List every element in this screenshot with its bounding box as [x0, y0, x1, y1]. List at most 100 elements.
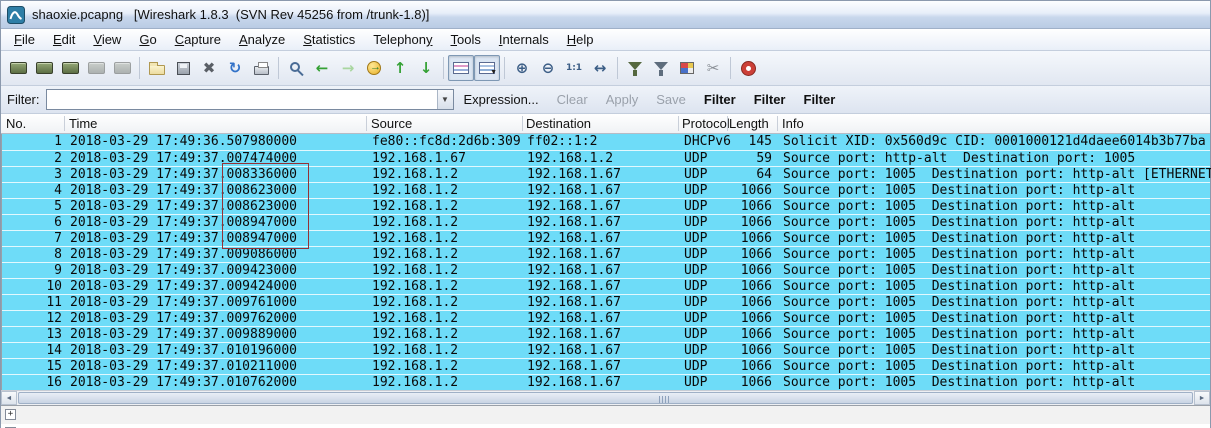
resize-columns-button[interactable]: ↔ [587, 55, 613, 81]
column-divider[interactable] [777, 116, 778, 131]
cell-no: 3 [54, 167, 62, 182]
cell-source: 192.168.1.2 [372, 231, 459, 246]
column-divider[interactable] [678, 116, 679, 131]
cell-source: 192.168.1.2 [372, 279, 459, 294]
zoom-out-button[interactable]: ⊖ [535, 55, 561, 81]
window-title: shaoxie.pcapng [Wireshark 1.8.3 (SVN Rev… [32, 7, 430, 22]
scroll-right-arrow[interactable]: ► [1194, 391, 1210, 405]
go-back-button[interactable]: ← [309, 55, 335, 81]
preferences-button[interactable]: ✂ [700, 55, 726, 81]
packet-row[interactable]: 14 2018-03-29 17:49:37.010196000 192.168… [2, 342, 1210, 358]
packet-row[interactable]: 3 2018-03-29 17:49:37.008336000 192.168.… [2, 166, 1211, 182]
autoscroll-toggle-button[interactable] [474, 55, 500, 81]
reload-button[interactable]: ↻ [222, 55, 248, 81]
open-file-button[interactable] [144, 55, 170, 81]
filter-dropdown-arrow-icon[interactable]: ▼ [436, 90, 453, 109]
go-top-button[interactable]: ↑ [387, 55, 413, 81]
cell-info: Source port: 1005 Destination port: http… [783, 231, 1136, 246]
packet-row[interactable]: 6 2018-03-29 17:49:37.008947000 192.168.… [2, 214, 1210, 230]
column-header-no[interactable]: No. [6, 116, 26, 131]
column-header-length[interactable]: Length [729, 116, 769, 131]
packet-row[interactable]: 1 2018-03-29 17:49:36.507980000 fe80::fc… [2, 134, 1210, 150]
menu-statistics[interactable]: Statistics [294, 30, 364, 49]
save-file-button[interactable] [170, 55, 196, 81]
packet-row[interactable]: 7 2018-03-29 17:49:37.008947000 192.168.… [2, 230, 1210, 246]
filter-button-apply-2[interactable]: Apply [606, 92, 639, 107]
menu-telephony[interactable]: Telephony [364, 30, 441, 49]
cell-time: 2018-03-29 17:49:37.008947000 [70, 231, 297, 246]
packet-row[interactable]: 11 2018-03-29 17:49:37.009761000 192.168… [2, 294, 1210, 310]
toolbar-separator [278, 57, 279, 79]
scrollbar-thumb[interactable] [18, 392, 1193, 404]
filter-button-filter-4[interactable]: Filter [704, 92, 736, 107]
packet-row[interactable]: 13 2018-03-29 17:49:37.009889000 192.168… [2, 326, 1210, 342]
cell-time: 2018-03-29 17:49:37.009889000 [70, 327, 297, 342]
menu-internals[interactable]: Internals [490, 30, 558, 49]
filter-button-filter-6[interactable]: Filter [804, 92, 836, 107]
packet-row[interactable]: 2 2018-03-29 17:49:37.007474000 192.168.… [2, 150, 1210, 166]
column-divider[interactable] [64, 116, 65, 131]
capture-restart-button[interactable] [109, 55, 135, 81]
column-header-destination[interactable]: Destination [526, 116, 591, 131]
go-bottom-button[interactable]: ↓ [413, 55, 439, 81]
column-header-source[interactable]: Source [371, 116, 412, 131]
scroll-left-arrow[interactable]: ◄ [1, 391, 17, 405]
column-divider[interactable] [727, 116, 728, 131]
menu-analyze[interactable]: Analyze [230, 30, 294, 49]
detail-row-frame[interactable]: + Frame 62: 1066 bytes on wire (8528 bit… [1, 406, 1210, 424]
packet-row[interactable]: 10 2018-03-29 17:49:37.009424000 192.168… [2, 278, 1210, 294]
menu-view[interactable]: View [84, 30, 130, 49]
expander-icon[interactable]: + [5, 409, 16, 420]
print-button[interactable] [248, 55, 274, 81]
column-header-info[interactable]: Info [782, 116, 804, 131]
zoom-in-icon: ⊕ [515, 58, 529, 77]
filter-button-filter-5[interactable]: Filter [754, 92, 786, 107]
column-divider[interactable] [522, 116, 523, 131]
help-button[interactable] [735, 55, 761, 81]
horizontal-scrollbar[interactable]: ◄ ► [1, 390, 1210, 405]
cell-no: 16 [46, 375, 62, 390]
packet-row[interactable]: 15 2018-03-29 17:49:37.010211000 192.168… [2, 358, 1210, 374]
packet-row[interactable]: 8 2018-03-29 17:49:37.009086000 192.168.… [2, 246, 1210, 262]
cell-source: 192.168.1.2 [372, 263, 459, 278]
find-packet-button[interactable] [283, 55, 309, 81]
filter-button-save-3[interactable]: Save [656, 92, 686, 107]
menu-edit[interactable]: Edit [44, 30, 84, 49]
close-file-button[interactable]: ✖ [196, 55, 222, 81]
menu-file[interactable]: File [5, 30, 44, 49]
menu-go[interactable]: Go [130, 30, 165, 49]
capture-stop-button[interactable] [83, 55, 109, 81]
capture-start-button[interactable] [57, 55, 83, 81]
list-interfaces-button[interactable] [5, 55, 31, 81]
filter-combobox[interactable]: ▼ [45, 89, 454, 110]
column-header-time[interactable]: Time [69, 116, 97, 131]
filter-button-clear-1[interactable]: Clear [557, 92, 588, 107]
toolbar-separator [443, 57, 444, 79]
packet-row[interactable]: 5 2018-03-29 17:49:37.008623000 192.168.… [2, 198, 1210, 214]
title-bar[interactable]: shaoxie.pcapng [Wireshark 1.8.3 (SVN Rev… [1, 1, 1210, 29]
goto-packet-icon [367, 61, 381, 75]
column-divider[interactable] [366, 116, 367, 131]
packet-row[interactable]: 9 2018-03-29 17:49:37.009423000 192.168.… [2, 262, 1210, 278]
menu-tools[interactable]: Tools [442, 30, 490, 49]
menu-capture[interactable]: Capture [166, 30, 230, 49]
packet-row[interactable]: 12 2018-03-29 17:49:37.009762000 192.168… [2, 310, 1210, 326]
column-header-protocol[interactable]: Protocol [682, 116, 730, 131]
goto-packet-button[interactable] [361, 55, 387, 81]
filter-button-expression-0[interactable]: Expression... [464, 92, 539, 107]
packet-row[interactable]: 4 2018-03-29 17:49:37.008623000 192.168.… [2, 182, 1210, 198]
display-filter-button[interactable] [648, 55, 674, 81]
packet-row[interactable]: 16 2018-03-29 17:49:37.010762000 192.168… [2, 374, 1210, 390]
capture-options-button[interactable] [31, 55, 57, 81]
detail-row-ethernet-partial[interactable]: + Ethernet II, Src: ... [1, 424, 1210, 428]
go-forward-button[interactable]: → [335, 55, 361, 81]
cell-length: 145 [748, 134, 772, 149]
capture-filter-button[interactable] [622, 55, 648, 81]
menu-help[interactable]: Help [558, 30, 603, 49]
cell-time: 2018-03-29 17:49:37.009762000 [70, 311, 297, 326]
zoom-in-button[interactable]: ⊕ [509, 55, 535, 81]
colorize-toggle-button[interactable] [448, 55, 474, 81]
zoom-100-button[interactable]: 1:1 [561, 55, 587, 81]
coloring-rules-button[interactable] [674, 55, 700, 81]
filter-input[interactable] [46, 90, 437, 109]
